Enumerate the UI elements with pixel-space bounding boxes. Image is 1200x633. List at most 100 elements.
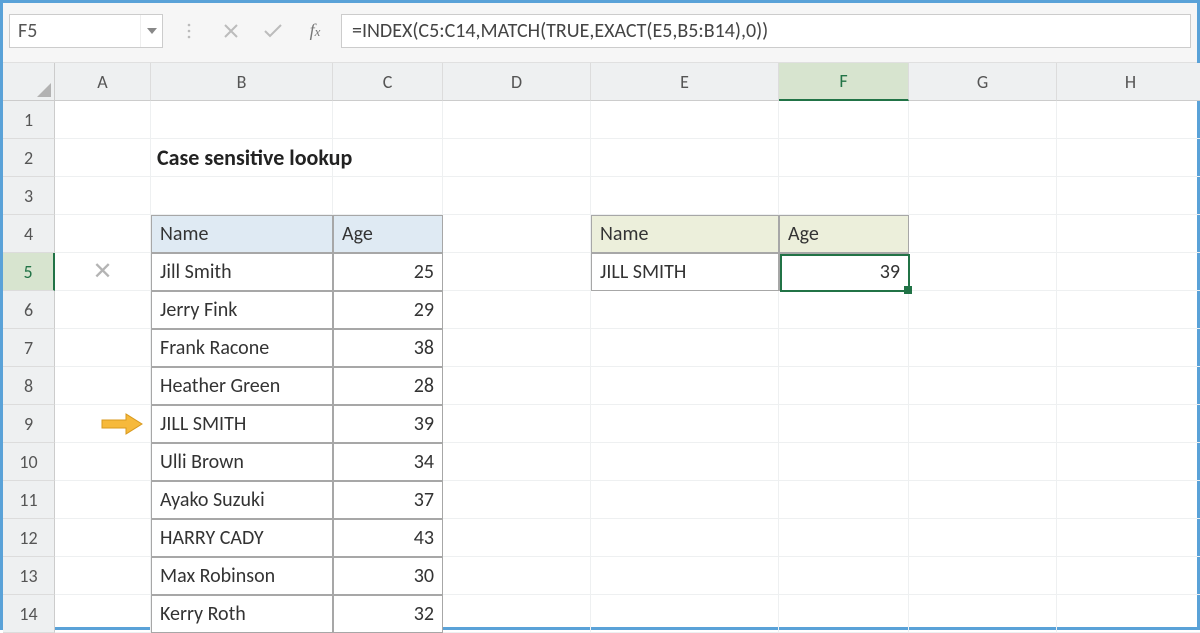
cell-D10[interactable] xyxy=(443,443,591,481)
table1-cell-name-7[interactable]: Ayako Suzuki xyxy=(151,481,333,519)
table2-header-name[interactable]: Name xyxy=(591,215,779,253)
cell-C1[interactable] xyxy=(333,101,443,139)
cell-F3[interactable] xyxy=(779,177,909,215)
formula-input[interactable]: =INDEX(C5:C14,MATCH(TRUE,EXACT(E5,B5:B14… xyxy=(341,14,1191,48)
cell-H1[interactable] xyxy=(1057,101,1200,139)
name-box[interactable] xyxy=(10,15,140,47)
row-header-11[interactable]: 11 xyxy=(3,481,55,519)
cell-H3[interactable] xyxy=(1057,177,1200,215)
cell-H12[interactable] xyxy=(1057,519,1200,557)
row-header-9[interactable]: 9 xyxy=(3,405,55,443)
table1-cell-age-8[interactable]: 43 xyxy=(333,519,443,557)
cell-D7[interactable] xyxy=(443,329,591,367)
cell-A14[interactable] xyxy=(55,595,151,633)
cell-D2[interactable] xyxy=(443,139,591,177)
cell-F6[interactable] xyxy=(779,291,909,329)
column-header-F[interactable]: F xyxy=(779,63,909,101)
cell-F10[interactable] xyxy=(779,443,909,481)
cell-A4[interactable] xyxy=(55,215,151,253)
cell-E14[interactable] xyxy=(591,595,779,633)
column-header-B[interactable]: B xyxy=(151,63,333,101)
column-header-E[interactable]: E xyxy=(591,63,779,101)
row-header-1[interactable]: 1 xyxy=(3,101,55,139)
cell-G10[interactable] xyxy=(909,443,1057,481)
cell-G8[interactable] xyxy=(909,367,1057,405)
cell-E1[interactable] xyxy=(591,101,779,139)
cell-H5[interactable] xyxy=(1057,253,1200,291)
cell-D11[interactable] xyxy=(443,481,591,519)
cell-H6[interactable] xyxy=(1057,291,1200,329)
cell-H4[interactable] xyxy=(1057,215,1200,253)
row-header-4[interactable]: 4 xyxy=(3,215,55,253)
cell-D13[interactable] xyxy=(443,557,591,595)
cell-H14[interactable] xyxy=(1057,595,1200,633)
cell-A10[interactable] xyxy=(55,443,151,481)
row-header-2[interactable]: 2 xyxy=(3,139,55,177)
cell-F14[interactable] xyxy=(779,595,909,633)
spreadsheet-grid[interactable]: ABCDEFGH12Case sensitive lookup34NameAge… xyxy=(3,63,1197,633)
cancel-formula-button[interactable] xyxy=(215,15,247,47)
cell-D8[interactable] xyxy=(443,367,591,405)
cell-A2[interactable] xyxy=(55,139,151,177)
table2-header-age[interactable]: Age xyxy=(779,215,909,253)
table1-cell-age-5[interactable]: 39 xyxy=(333,405,443,443)
cell-E9[interactable] xyxy=(591,405,779,443)
row-header-12[interactable]: 12 xyxy=(3,519,55,557)
column-header-C[interactable]: C xyxy=(333,63,443,101)
column-header-H[interactable]: H xyxy=(1057,63,1200,101)
cell-G7[interactable] xyxy=(909,329,1057,367)
cell-D4[interactable] xyxy=(443,215,591,253)
cell-B3[interactable] xyxy=(151,177,333,215)
table1-cell-age-9[interactable]: 30 xyxy=(333,557,443,595)
row-header-14[interactable]: 14 xyxy=(3,595,55,633)
cell-D6[interactable] xyxy=(443,291,591,329)
cell-F13[interactable] xyxy=(779,557,909,595)
cell-G11[interactable] xyxy=(909,481,1057,519)
cell-H8[interactable] xyxy=(1057,367,1200,405)
cell-G4[interactable] xyxy=(909,215,1057,253)
name-box-dropdown[interactable] xyxy=(140,15,162,47)
row-header-5[interactable]: 5 xyxy=(3,253,55,291)
cell-E13[interactable] xyxy=(591,557,779,595)
cell-F11[interactable] xyxy=(779,481,909,519)
cell-G2[interactable] xyxy=(909,139,1057,177)
table1-cell-age-1[interactable]: 25 xyxy=(333,253,443,291)
cell-A11[interactable] xyxy=(55,481,151,519)
cell-D1[interactable] xyxy=(443,101,591,139)
cell-G12[interactable] xyxy=(909,519,1057,557)
cell-A3[interactable] xyxy=(55,177,151,215)
row-header-7[interactable]: 7 xyxy=(3,329,55,367)
enter-formula-button[interactable] xyxy=(257,15,289,47)
column-header-A[interactable]: A xyxy=(55,63,151,101)
row-header-13[interactable]: 13 xyxy=(3,557,55,595)
table1-header-name[interactable]: Name xyxy=(151,215,333,253)
row-header-8[interactable]: 8 xyxy=(3,367,55,405)
table1-cell-name-9[interactable]: Max Robinson xyxy=(151,557,333,595)
cell-H7[interactable] xyxy=(1057,329,1200,367)
cell-F2[interactable] xyxy=(779,139,909,177)
table1-cell-name-2[interactable]: Jerry Fink xyxy=(151,291,333,329)
column-header-D[interactable]: D xyxy=(443,63,591,101)
cell-E8[interactable] xyxy=(591,367,779,405)
cell-F12[interactable] xyxy=(779,519,909,557)
cell-E10[interactable] xyxy=(591,443,779,481)
table1-cell-age-7[interactable]: 37 xyxy=(333,481,443,519)
cell-A7[interactable] xyxy=(55,329,151,367)
cell-H9[interactable] xyxy=(1057,405,1200,443)
cell-D3[interactable] xyxy=(443,177,591,215)
cell-G14[interactable] xyxy=(909,595,1057,633)
cell-A1[interactable] xyxy=(55,101,151,139)
cell-H11[interactable] xyxy=(1057,481,1200,519)
cell-G5[interactable] xyxy=(909,253,1057,291)
table1-cell-name-1[interactable]: Jill Smith xyxy=(151,253,333,291)
table1-cell-age-3[interactable]: 38 xyxy=(333,329,443,367)
cell-D9[interactable] xyxy=(443,405,591,443)
row-header-6[interactable]: 6 xyxy=(3,291,55,329)
table1-cell-age-2[interactable]: 29 xyxy=(333,291,443,329)
cell-B2[interactable]: Case sensitive lookup xyxy=(151,139,333,177)
cell-G6[interactable] xyxy=(909,291,1057,329)
table1-cell-name-6[interactable]: Ulli Brown xyxy=(151,443,333,481)
cell-D12[interactable] xyxy=(443,519,591,557)
insert-function-button[interactable]: fx xyxy=(299,15,331,47)
table1-cell-name-3[interactable]: Frank Racone xyxy=(151,329,333,367)
